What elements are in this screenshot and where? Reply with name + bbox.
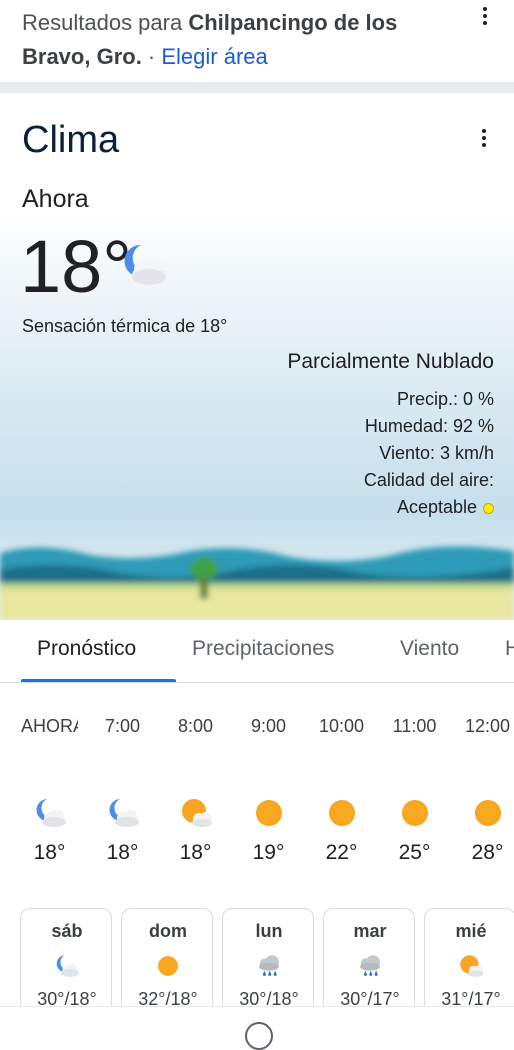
current-temperature: 18° xyxy=(20,225,132,308)
partly-cloudy-night-icon xyxy=(56,955,80,977)
sunny-icon xyxy=(256,800,282,826)
hour-time: 9:00 xyxy=(250,716,287,736)
air-quality: Aceptable xyxy=(364,494,494,521)
daily-forecast[interactable]: sáb 30°/18° dom 32°/18° lun 30°/18° mar xyxy=(0,906,514,1006)
day-temps: 30°/18° xyxy=(239,989,299,1006)
feels-like: Sensación térmica de 18° xyxy=(22,316,228,336)
results-prefix: Resultados para xyxy=(22,10,189,35)
day-card[interactable]: sáb 30°/18° xyxy=(20,908,112,1006)
sunny-icon xyxy=(158,956,178,976)
day-temps: 30°/17° xyxy=(340,989,400,1006)
tab-forecast[interactable]: Pronóstico xyxy=(37,637,136,661)
sunny-icon xyxy=(402,800,428,826)
change-area-link[interactable]: Elegir área xyxy=(161,44,267,69)
results-header: Resultados para Chilpancingo de los Brav… xyxy=(0,0,514,82)
hour-time: 7:00 xyxy=(104,716,141,736)
hour-temp: 18° xyxy=(179,841,212,864)
weather-details: Precip.: 0 % Humedad: 92 % Viento: 3 km/… xyxy=(364,386,494,521)
forecast-tabs: Pronóstico Precipitaciones Viento H xyxy=(0,620,514,683)
rain-icon xyxy=(360,955,380,976)
day-temps: 30°/18° xyxy=(37,989,97,1006)
hour-temp: 22° xyxy=(325,841,358,864)
section-divider xyxy=(0,82,514,93)
day-card[interactable]: mié 31°/17° xyxy=(424,908,514,1006)
active-tab-indicator xyxy=(21,679,176,682)
sunny-icon xyxy=(329,800,355,826)
day-name: mar xyxy=(353,921,387,941)
hour-time: 10:00 xyxy=(318,716,365,736)
partly-cloudy-night-icon xyxy=(109,799,139,827)
tab-precipitation[interactable]: Precipitaciones xyxy=(192,637,334,661)
hour-time: 11:00 xyxy=(392,716,437,736)
weather-card: Clima Ahora 18° Sensación térmica de 18°… xyxy=(0,93,514,620)
now-label: Ahora xyxy=(22,185,89,213)
sunny-icon xyxy=(475,800,501,826)
partly-cloudy-day-icon xyxy=(182,799,212,827)
day-temps: 32°/18° xyxy=(138,989,198,1006)
air-quality-dot xyxy=(483,502,494,514)
hour-temp: 19° xyxy=(252,841,285,864)
weather-title: Clima xyxy=(22,119,120,161)
partly-cloudy-day-icon xyxy=(460,955,484,977)
bottom-bar xyxy=(0,1006,514,1050)
hour-temp: 18° xyxy=(106,841,139,864)
humidity-value: Humedad: 92 % xyxy=(364,416,494,436)
home-indicator[interactable] xyxy=(245,1022,273,1050)
results-separator: · xyxy=(141,44,162,69)
landscape-illustration xyxy=(0,546,514,620)
tab-humidity[interactable]: H xyxy=(505,637,514,661)
day-temps: 31°/17° xyxy=(441,989,501,1006)
day-card[interactable]: lun 30°/18° xyxy=(222,908,314,1006)
partly-cloudy-night-icon xyxy=(124,244,166,285)
hour-time: 12:00 xyxy=(464,716,511,736)
hour-time: 8:00 xyxy=(177,716,214,736)
day-card[interactable]: mar 30°/17° xyxy=(323,908,415,1006)
air-quality-label: Calidad del aire: xyxy=(363,470,494,490)
hourly-forecast[interactable]: AHORA 18° 7:00 18° 8:00 18° 9:00 19° xyxy=(0,700,514,880)
partly-cloudy-night-icon xyxy=(36,799,66,827)
hour-temp: 28° xyxy=(471,841,504,864)
more-vert-icon[interactable] xyxy=(472,126,496,150)
day-name: sáb xyxy=(51,921,83,941)
hour-time: AHORA xyxy=(21,716,78,736)
tab-wind[interactable]: Viento xyxy=(400,637,459,661)
day-name: mié xyxy=(455,921,487,941)
air-quality-value: Aceptable xyxy=(396,497,477,517)
hour-temp: 25° xyxy=(398,841,431,864)
day-name: lun xyxy=(255,921,283,941)
day-card[interactable]: dom 32°/18° xyxy=(121,908,213,1006)
day-name: dom xyxy=(149,921,187,941)
hour-temp: 18° xyxy=(33,841,66,864)
weather-condition: Parcialmente Nublado xyxy=(287,350,494,373)
rain-icon xyxy=(259,955,279,976)
wind-value: Viento: 3 km/h xyxy=(379,443,494,463)
more-vert-icon[interactable] xyxy=(473,4,497,28)
precip-value: Precip.: 0 % xyxy=(396,389,494,409)
results-text: Resultados para Chilpancingo de los Brav… xyxy=(22,6,462,74)
